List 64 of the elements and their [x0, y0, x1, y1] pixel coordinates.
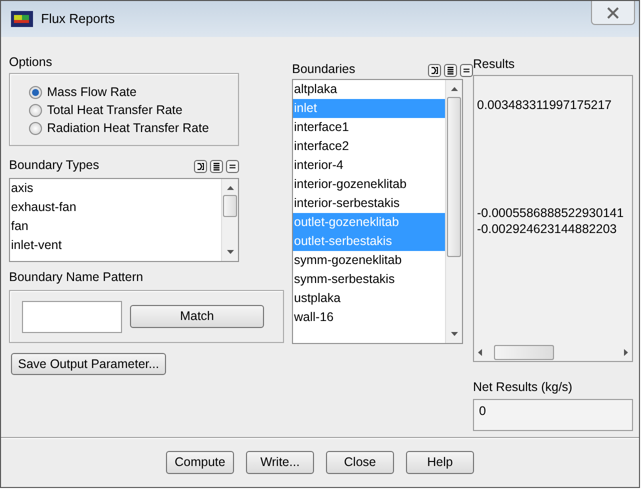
close-button[interactable]	[591, 1, 635, 25]
window-title: Flux Reports	[41, 11, 116, 27]
group-label: Options	[9, 55, 54, 70]
close-icon	[607, 6, 619, 18]
dialog-button[interactable]: Write...	[246, 451, 314, 474]
scroll-left-icon[interactable]	[478, 348, 482, 356]
pattern-field[interactable]	[22, 300, 122, 332]
invert-selection-button[interactable]	[194, 160, 207, 173]
radio-label[interactable]: Total Heat Transfer Rate	[47, 102, 182, 118]
select-all-icon	[211, 160, 222, 173]
list-item[interactable]: interior-4	[293, 156, 445, 175]
deselect-all-button[interactable]	[460, 64, 473, 77]
scroll-up-icon[interactable]	[450, 87, 458, 91]
list-item[interactable]: axis	[10, 179, 221, 198]
invert-selection-button[interactable]	[428, 64, 441, 77]
net-results-field: 0	[473, 399, 633, 431]
scroll-down-icon[interactable]	[450, 332, 458, 336]
list-label: Boundaries	[292, 62, 356, 77]
result-value: 0.003483311997175217	[477, 98, 613, 114]
list-item[interactable]: interior-gozeneklitab	[293, 175, 445, 194]
scroll-down-icon[interactable]	[226, 250, 234, 254]
radio-button[interactable]	[29, 86, 42, 98]
radio-label[interactable]: Radiation Heat Transfer Rate	[47, 120, 209, 136]
result-value: -0.0005586888522930141	[477, 206, 625, 222]
list-item[interactable]: symm-gozeneklitab	[293, 251, 445, 270]
scroll-thumb[interactable]	[494, 344, 554, 360]
net-results-label: Net Results (kg/s)	[473, 380, 574, 395]
group-label: Boundary Name Pattern	[9, 270, 144, 285]
scrollbar[interactable]	[221, 179, 238, 261]
radio-button[interactable]	[29, 104, 42, 116]
invert-selection-icon	[429, 64, 440, 77]
list-item[interactable]: inlet-vent	[10, 236, 221, 255]
app-icon	[11, 11, 33, 27]
list-label: Boundary Types	[9, 158, 100, 173]
list-item[interactable]: exhaust-fan	[10, 198, 221, 217]
scroll-up-icon[interactable]	[226, 186, 234, 190]
radio-button[interactable]	[29, 122, 42, 134]
dialog-button[interactable]: Help	[406, 451, 474, 474]
list-item[interactable]: wall-16	[293, 308, 445, 327]
dialog-button[interactable]: Compute	[166, 451, 234, 474]
list-item[interactable]: symm-serbestakis	[293, 270, 445, 289]
list-item[interactable]: interface1	[293, 118, 445, 137]
invert-selection-icon	[195, 160, 206, 173]
select-all-button[interactable]	[444, 64, 457, 77]
scroll-right-icon[interactable]	[624, 348, 628, 356]
scrollbar[interactable]	[445, 80, 462, 343]
select-all-icon	[445, 64, 456, 77]
list-item[interactable]: altplaka	[293, 80, 445, 99]
result-value: -0.002924623144882203	[477, 222, 618, 238]
list-item[interactable]: ustplaka	[293, 289, 445, 308]
boundaries-list[interactable]: altplaka inlet interface1 interface2 interior-4 interior-gozeneklitab interior-serbestakis outlet-gozeneklitab outlet-serbestakis symm-gozeneklitab symm-serbestakis ustplaka wall-16	[292, 79, 463, 344]
deselect-all-button[interactable]	[226, 160, 239, 173]
save-output-button[interactable]: Save Output Parameter...	[11, 353, 166, 376]
scroll-thumb[interactable]	[447, 97, 461, 257]
select-all-button[interactable]	[210, 160, 223, 173]
list-item[interactable]: interior-serbestakis	[293, 194, 445, 213]
results-label: Results	[473, 57, 516, 72]
list-item[interactable]: fan	[10, 217, 221, 236]
dialog-button[interactable]: Close	[326, 451, 394, 474]
radio-label[interactable]: Mass Flow Rate	[47, 84, 137, 100]
boundary-types-list[interactable]: axis exhaust-fan fan inlet-vent	[9, 178, 239, 262]
list-item[interactable]: interface2	[293, 137, 445, 156]
scroll-thumb[interactable]	[223, 195, 237, 217]
match-button[interactable]: Match	[130, 305, 264, 328]
